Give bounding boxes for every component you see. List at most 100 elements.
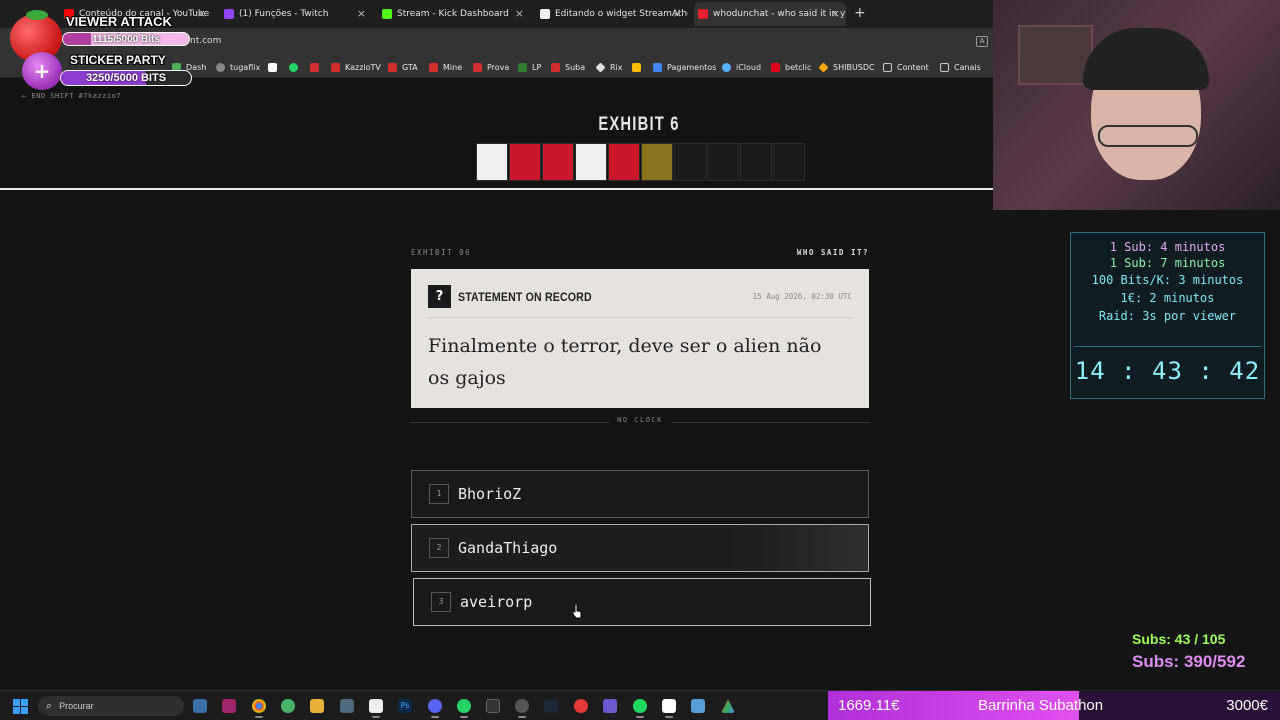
sticker-party-title: STICKER PARTY [70,53,166,67]
instagram-icon[interactable] [222,699,236,713]
epic-games-icon[interactable] [486,699,500,713]
subathon-current: 1669.11€ [838,697,900,714]
answer-option-2[interactable]: 2 GandaThiago [411,524,869,572]
answer-number: 3 [431,592,451,612]
whatsapp-icon[interactable] [457,699,471,718]
close-icon[interactable]: × [515,7,524,20]
chrome-icon[interactable] [252,699,266,718]
streamer-cap [1083,28,1209,90]
search-icon: ⌕ [46,699,53,712]
countdown-clock: 14 : 43 : 42 [1074,346,1261,394]
statement-heading: STATEMENT ON RECORD [458,290,592,304]
bookmark-lp[interactable]: LP [518,61,541,73]
timer-rule: 100 Bits/K: 3 minutos [1091,273,1244,287]
google-pay-icon [653,62,662,72]
capcut-icon[interactable] [369,699,383,718]
bookmark-tugaflix[interactable]: tugaflix [216,61,260,73]
heart-plus-icon: + [22,52,62,90]
folder-icon [940,62,949,72]
folder-icon [883,62,892,72]
bookmark-pagamentos[interactable]: Pagamentos [653,61,716,73]
grid-app-icon[interactable] [603,699,617,713]
viewer-attack-widget: VIEWER ATTACK 1115/5000 Bits + STICKER P… [8,8,198,94]
sticker-progress-text: 3250/5000 BITS [85,72,167,84]
power-app-icon[interactable] [574,699,588,713]
coin-icon [818,61,829,73]
new-tab-icon[interactable]: + [854,5,866,21]
bookmark-prova[interactable]: Prova [473,61,509,73]
bookmark-whatsapp[interactable] [289,61,303,73]
question-icon: ? [428,285,451,308]
answer-option-3[interactable]: 3 aveirorp [413,578,871,626]
bookmark-gta[interactable]: GTA [388,61,418,73]
google-drive-icon[interactable] [721,699,735,713]
tab-streamathon[interactable]: Editando o widget StreamAthon × [536,2,688,26]
progress-squares [476,143,805,181]
obs-icon[interactable] [515,699,529,718]
bookmark-suba[interactable]: Suba [551,61,585,73]
subathon-bar: 1669.11€ Barrinha Subathon 3000€ [828,691,1280,720]
progress-square-1 [476,143,508,181]
tab-kick-dashboard[interactable]: Stream - Kick Dashboard × [378,2,530,26]
viewer-attack-title: VIEWER ATTACK [66,14,172,29]
bookmark-rix[interactable]: Rix [595,61,623,73]
whodunchat-icon [698,9,708,19]
close-icon[interactable]: × [357,7,366,20]
progress-square-6 [641,143,673,181]
progress-square-3 [542,143,574,181]
discord-icon[interactable] [428,699,442,718]
translate-icon[interactable]: A [976,36,988,47]
photoshop-icon[interactable]: Ps [398,699,412,713]
photos-icon[interactable] [193,699,207,713]
answer-option-1[interactable]: 1 BhorioZ [411,470,869,518]
bookmark-x[interactable] [268,61,282,73]
subathon-title: Barrinha Subathon [978,697,1104,714]
kick-icon [382,9,392,19]
answer-name: GandaThiago [458,539,558,557]
bookmark-kazziotv[interactable]: KazzioTV [331,61,381,73]
chart-icon [429,62,438,72]
sticker-progress-bar: 3250/5000 BITS [60,70,192,86]
bookmark-shibusdc[interactable]: SHIBUSDC [818,61,875,73]
chart-icon [388,62,397,72]
bookmark-drive[interactable] [632,61,646,73]
cloud-icon [722,62,731,72]
statement-timestamp: 15 Aug 2026, 02:30 UTC [752,292,852,301]
hand-cursor-icon [572,603,582,619]
bits-progress-text: 1115/5000 Bits [92,34,160,45]
notepad-icon[interactable] [691,699,705,713]
bookmark-chart[interactable] [310,61,324,73]
globe-icon [216,62,225,72]
settings-gear-icon[interactable] [281,699,295,713]
close-icon[interactable]: × [197,7,206,20]
leaf-icon [26,10,48,20]
bookmark-betclic[interactable]: betclic [771,61,811,73]
progress-square-8 [707,143,739,181]
folder-icon[interactable] [310,699,324,713]
plus-icon [518,62,527,72]
diamond-icon [595,61,606,73]
calculator-icon[interactable] [340,699,354,713]
exhibit-label: EXHIBIT 06 [411,248,472,257]
subathon-timer-widget: 1 Sub: 4 minutos 1 Sub: 7 minutos 100 Bi… [1070,232,1265,399]
close-icon[interactable]: × [831,7,840,20]
bookmark-icloud[interactable]: iCloud [722,61,761,73]
screen: Conteúdo do canal - YouTube Studio × (1)… [0,0,1280,720]
tab-twitch[interactable]: (1) Funções - Twitch × [220,2,372,26]
bookmark-content[interactable]: Content [883,61,929,73]
bookmark-canais[interactable]: Canais [940,61,981,73]
steam-icon[interactable] [544,699,558,713]
spotify-icon[interactable] [633,699,647,718]
answer-name: aveirorp [460,593,533,611]
windows-start-icon[interactable] [13,699,28,714]
capcut-alt-icon[interactable] [662,699,676,718]
close-icon[interactable]: × [673,7,682,20]
bookmark-mine[interactable]: Mine [429,61,462,73]
timer-rule: 1 Sub: 7 minutos [1109,256,1226,270]
taskbar-search[interactable]: ⌕ Procurar [38,696,184,716]
answer-number: 2 [429,538,449,558]
webcam-feed [993,0,1280,210]
subathon-goal: 3000€ [1226,697,1268,714]
progress-square-2 [509,143,541,181]
tab-whodunchat[interactable]: whodunchat - who said it in your chat × [694,2,846,26]
